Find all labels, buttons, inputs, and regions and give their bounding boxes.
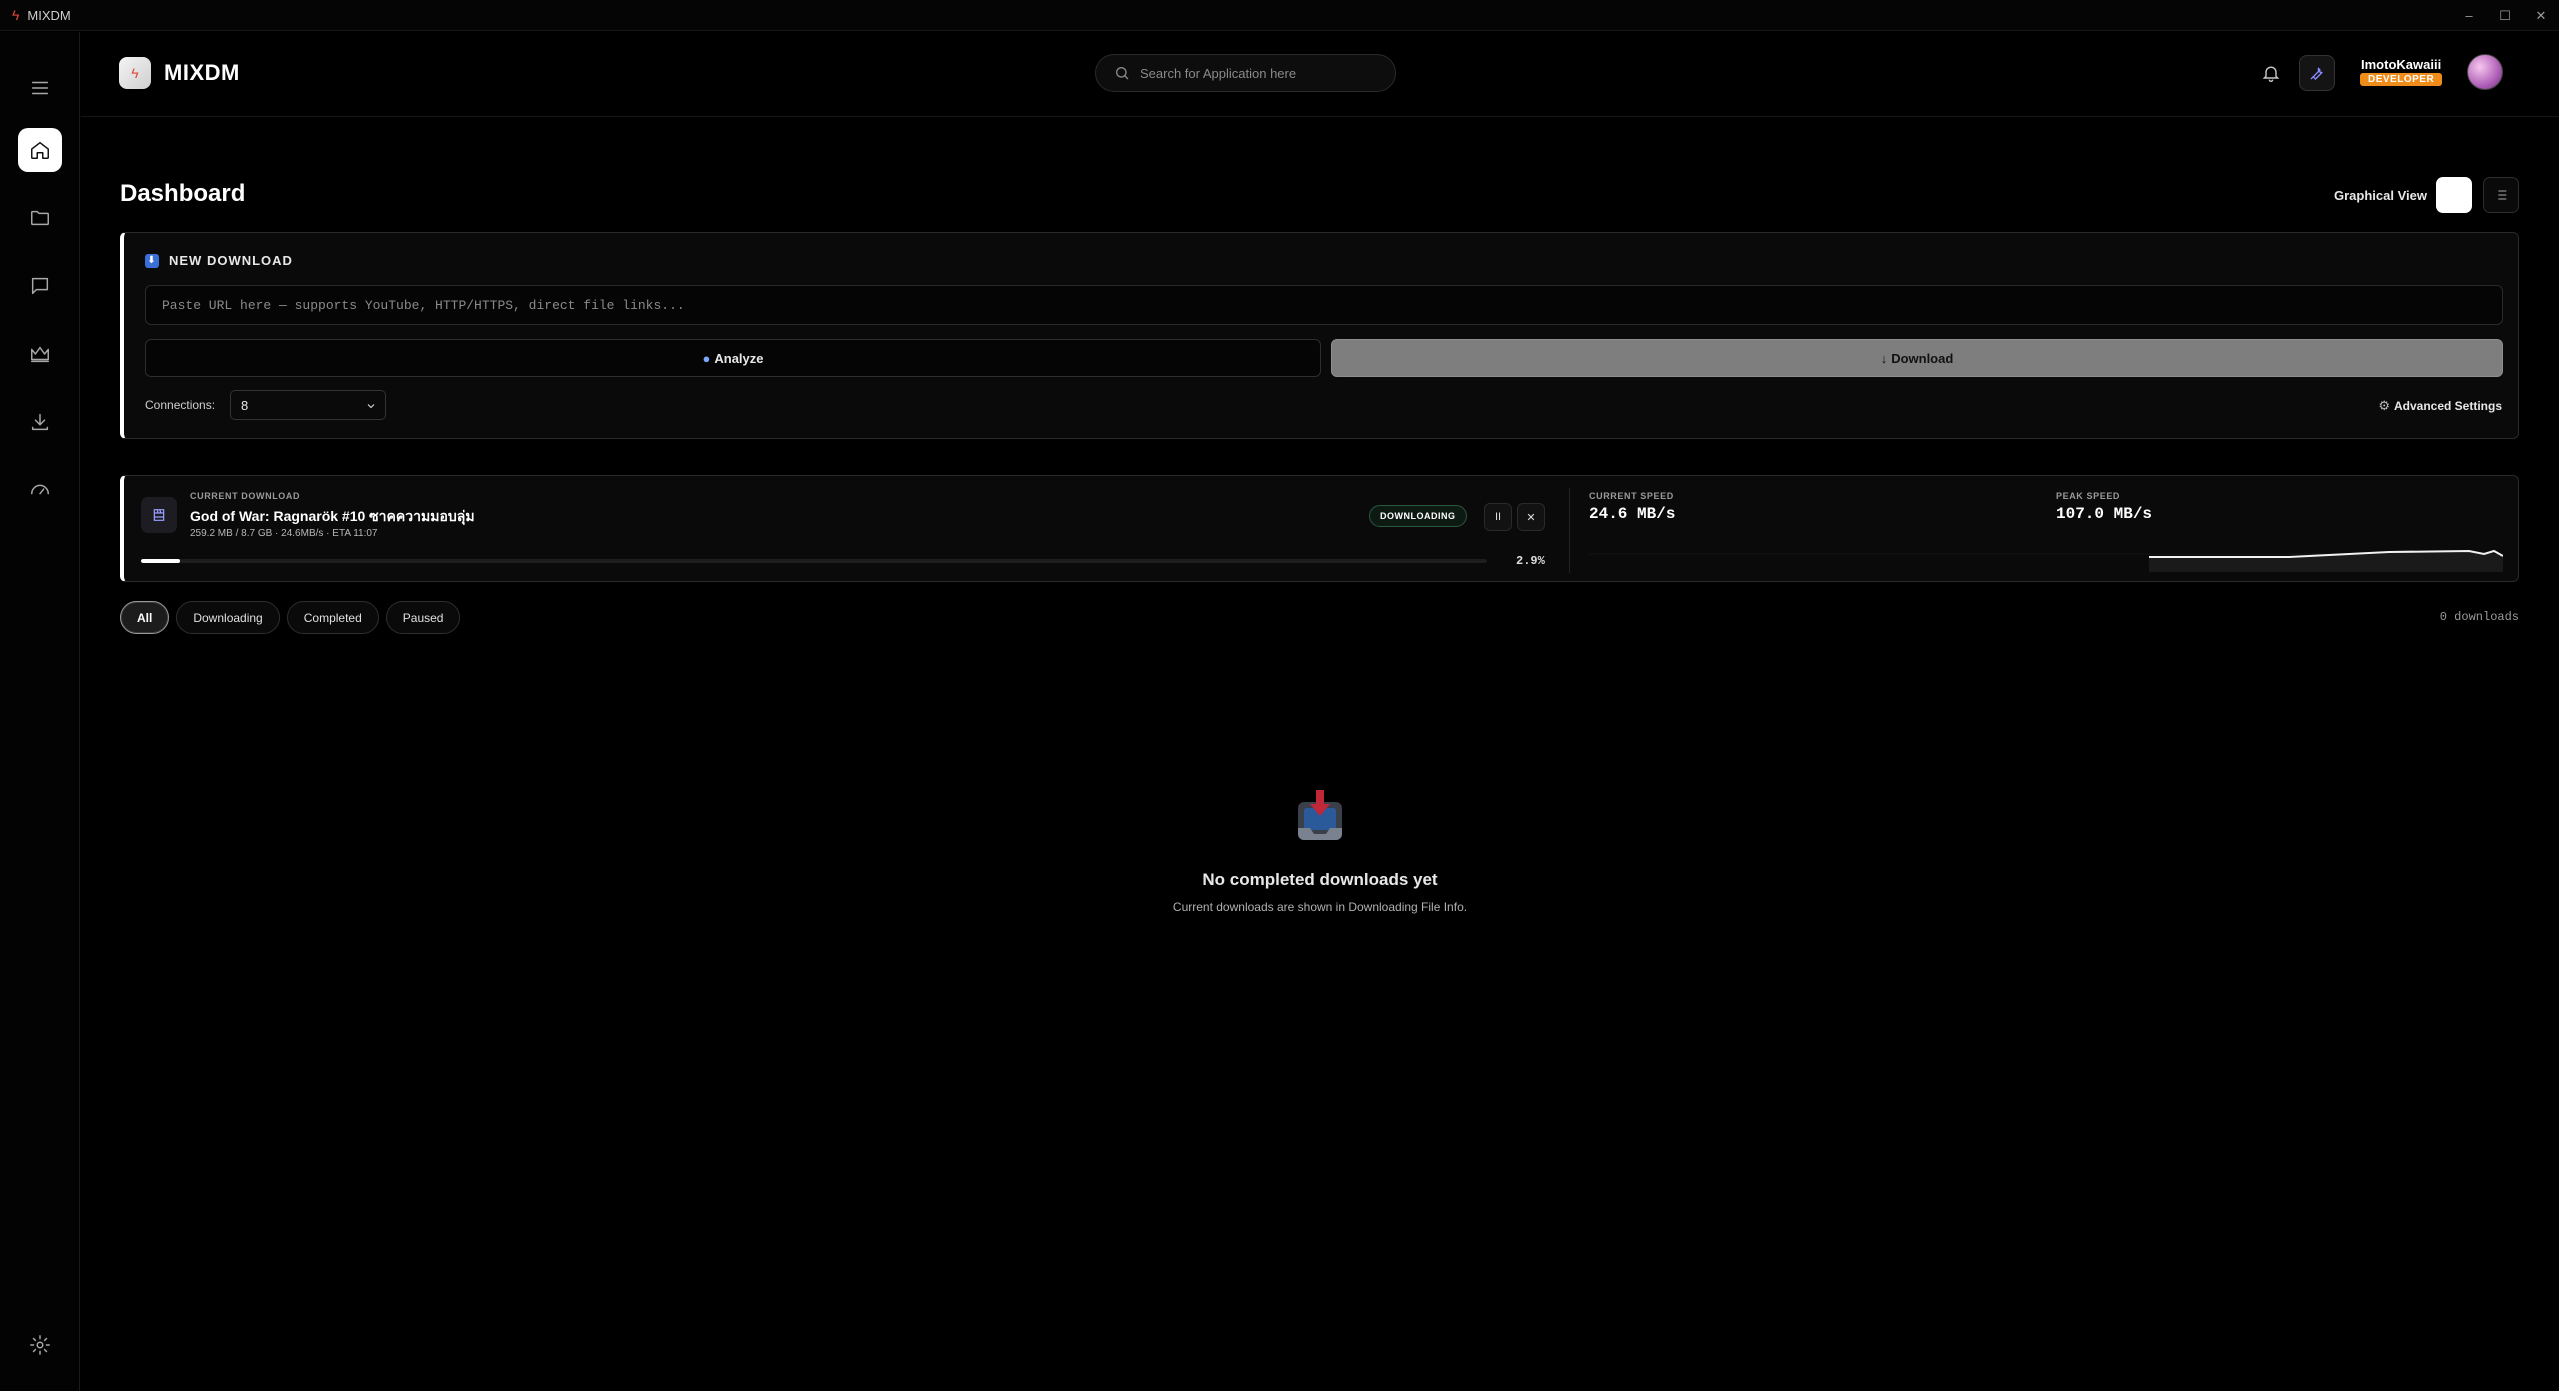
sidebar-item-home[interactable] <box>18 128 62 172</box>
download-filters: All Downloading Completed Paused <box>120 601 461 634</box>
filter-completed[interactable]: Completed <box>286 601 379 634</box>
pause-button[interactable]: II <box>1484 503 1512 531</box>
view-mode-label: Graphical View <box>2334 188 2427 203</box>
url-input[interactable] <box>145 285 2503 325</box>
brand-name: MIXDM <box>164 60 240 85</box>
current-download-kicker: CURRENT DOWNLOAD <box>190 491 301 501</box>
sidebar <box>0 32 80 1391</box>
empty-inbox-icon <box>1298 790 1342 840</box>
window-titlebar: ϟ MIXDM – ☐ ✕ <box>0 0 2559 31</box>
user-role-badge: DEVELOPER <box>2360 73 2443 86</box>
download-button[interactable]: ↓ Download <box>1331 339 2503 377</box>
progress-track <box>141 559 1487 563</box>
developer-tools-button[interactable] <box>2299 55 2335 91</box>
app-bolt-icon: ϟ <box>12 7 20 23</box>
list-view-button[interactable] <box>2483 177 2519 213</box>
connections-select[interactable]: 8 <box>230 390 386 420</box>
chat-icon <box>31 277 49 295</box>
wrench-icon <box>2310 67 2323 80</box>
top-header: ϟ MIXDM ImotoKawaiii DEVELOPER <box>81 32 2559 117</box>
close-window-button[interactable]: ✕ <box>2523 0 2559 31</box>
status-badge: DOWNLOADING <box>1369 505 1467 527</box>
current-speed-value: 24.6 MB/s <box>1589 505 1676 523</box>
sidebar-item-settings[interactable] <box>18 1323 62 1367</box>
maximize-button[interactable]: ☐ <box>2487 0 2523 31</box>
current-download-meta: 259.2 MB / 8.7 GB · 24.6MB/s · ETA 11:07 <box>190 528 378 539</box>
filter-all[interactable]: All <box>120 601 170 634</box>
crown-icon <box>31 346 49 363</box>
window-title: MIXDM <box>27 7 71 23</box>
gear-icon <box>30 1335 50 1355</box>
empty-state-title: No completed downloads yet <box>1202 870 1438 889</box>
magnifier-icon: ● <box>702 350 711 366</box>
notifications-button[interactable] <box>2256 58 2286 88</box>
empty-state-subtitle: Current downloads are shown in Downloadi… <box>1172 900 1468 914</box>
hamburger-icon <box>31 81 49 95</box>
film-icon <box>153 509 165 521</box>
page-title: Dashboard <box>120 180 246 207</box>
current-speed-label: CURRENT SPEED <box>1589 491 1674 501</box>
sidebar-item-speed[interactable] <box>18 468 62 512</box>
graphical-view-button[interactable] <box>2436 177 2472 213</box>
new-download-card: ⬇ NEW DOWNLOAD ● Analyze ↓ Download Conn… <box>120 232 2519 439</box>
home-icon <box>31 141 49 159</box>
menu-button[interactable] <box>18 66 62 110</box>
downloads-count: 0 downloads <box>2439 610 2519 624</box>
speedometer-icon <box>31 484 49 495</box>
download-glyph-icon: ↓ <box>1880 350 1888 366</box>
new-download-title: ⬇ NEW DOWNLOAD <box>145 253 293 268</box>
minimize-button[interactable]: – <box>2451 0 2487 31</box>
connections-value: 8 <box>241 397 249 413</box>
search-icon <box>1116 67 1129 80</box>
advanced-settings-label: Advanced Settings <box>2393 399 2502 413</box>
advanced-settings-link[interactable]: ⚙ Advanced Settings <box>2378 398 2502 414</box>
download-arrow-icon: ⬇ <box>145 253 159 268</box>
bell-icon <box>2262 66 2280 82</box>
folder-icon <box>31 210 49 226</box>
search-bar[interactable] <box>1095 54 1396 92</box>
download-label: Download <box>1891 350 1954 366</box>
sidebar-item-chat[interactable] <box>18 264 62 308</box>
peak-speed-value: 107.0 MB/s <box>2056 505 2153 523</box>
speed-sparkline <box>1589 549 2503 572</box>
filter-downloading[interactable]: Downloading <box>176 601 280 634</box>
window-controls: – ☐ ✕ <box>2451 0 2559 31</box>
analyze-label: Analyze <box>714 350 764 366</box>
logo-bolt-icon: ϟ <box>131 65 139 81</box>
search-input[interactable] <box>1140 65 1380 81</box>
progress-fill <box>141 559 181 563</box>
filter-paused[interactable]: Paused <box>385 601 461 634</box>
sidebar-item-premium[interactable] <box>18 332 62 376</box>
new-download-heading: NEW DOWNLOAD <box>169 253 293 268</box>
sidebar-item-files[interactable] <box>18 196 62 240</box>
sidebar-item-downloads[interactable] <box>18 400 62 444</box>
connections-label: Connections: <box>145 398 216 412</box>
user-name: ImotoKawaiii <box>2361 57 2442 72</box>
list-icon <box>2495 190 2507 200</box>
current-download-name: God of War: Ragnarök #10 ซาคความมอบลุ่ม <box>190 508 475 524</box>
avatar[interactable] <box>2467 54 2503 90</box>
chevron-down-icon <box>367 404 375 409</box>
current-download-card: CURRENT DOWNLOAD God of War: Ragnarök #1… <box>120 475 2519 582</box>
download-icon <box>31 413 49 431</box>
divider <box>1569 488 1570 573</box>
file-icon <box>141 497 177 533</box>
cancel-download-button[interactable]: ✕ <box>1517 503 1545 531</box>
gear-icon: ⚙ <box>2378 398 2390 413</box>
peak-speed-label: PEAK SPEED <box>2056 491 2121 501</box>
progress-percent: 2.9% <box>1516 554 1545 568</box>
analyze-button[interactable]: ● Analyze <box>145 339 1321 377</box>
app-logo: ϟ <box>119 57 151 89</box>
